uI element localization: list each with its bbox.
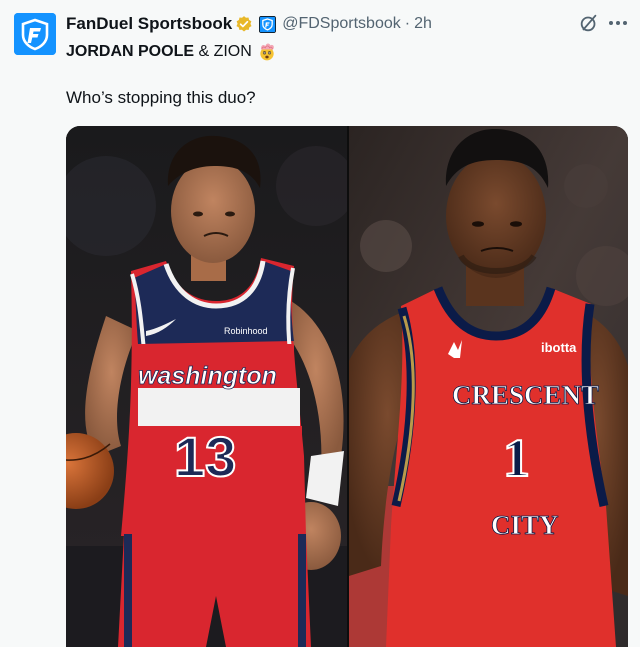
separator-dot: ·: [404, 15, 411, 32]
headline-ampersand: &: [194, 43, 214, 60]
right-jersey-sponsor: ibotta: [541, 340, 577, 355]
right-team-line2: CITY: [491, 510, 559, 540]
headline-player-one: JORDAN POOLE: [66, 43, 195, 60]
grok-icon[interactable]: [578, 12, 600, 34]
left-jersey-number: 13: [174, 425, 236, 488]
post-text: Who’s stopping this duo?: [66, 88, 256, 107]
post-image[interactable]: Robinhood washington 13 ibotta CRESCENT …: [66, 126, 628, 647]
right-team-line1: CRESCENT: [452, 380, 599, 410]
player-collage: Robinhood washington 13 ibotta CRESCENT …: [66, 126, 628, 647]
gold-verified-badge-icon[interactable]: [235, 15, 253, 33]
post-header: FanDuel Sportsbook @FDSportsbook · 2h: [66, 12, 432, 36]
fanduel-logo-icon: [14, 13, 56, 55]
affiliate-badge-icon[interactable]: [259, 15, 277, 33]
avatar[interactable]: [14, 13, 56, 55]
post-headline: JORDAN POOLE & ZION: [66, 42, 277, 62]
left-team-wordmark: washington: [138, 362, 277, 390]
exploding-head-emoji: [260, 43, 274, 61]
right-jersey-number: 1: [503, 428, 530, 488]
headline-player-two: ZION: [213, 43, 252, 60]
more-options-icon[interactable]: [606, 11, 630, 35]
handle[interactable]: @FDSportsbook: [282, 15, 401, 33]
display-name[interactable]: FanDuel Sportsbook: [66, 14, 232, 34]
timestamp[interactable]: 2h: [414, 15, 432, 33]
left-jersey-sponsor: Robinhood: [224, 326, 268, 336]
